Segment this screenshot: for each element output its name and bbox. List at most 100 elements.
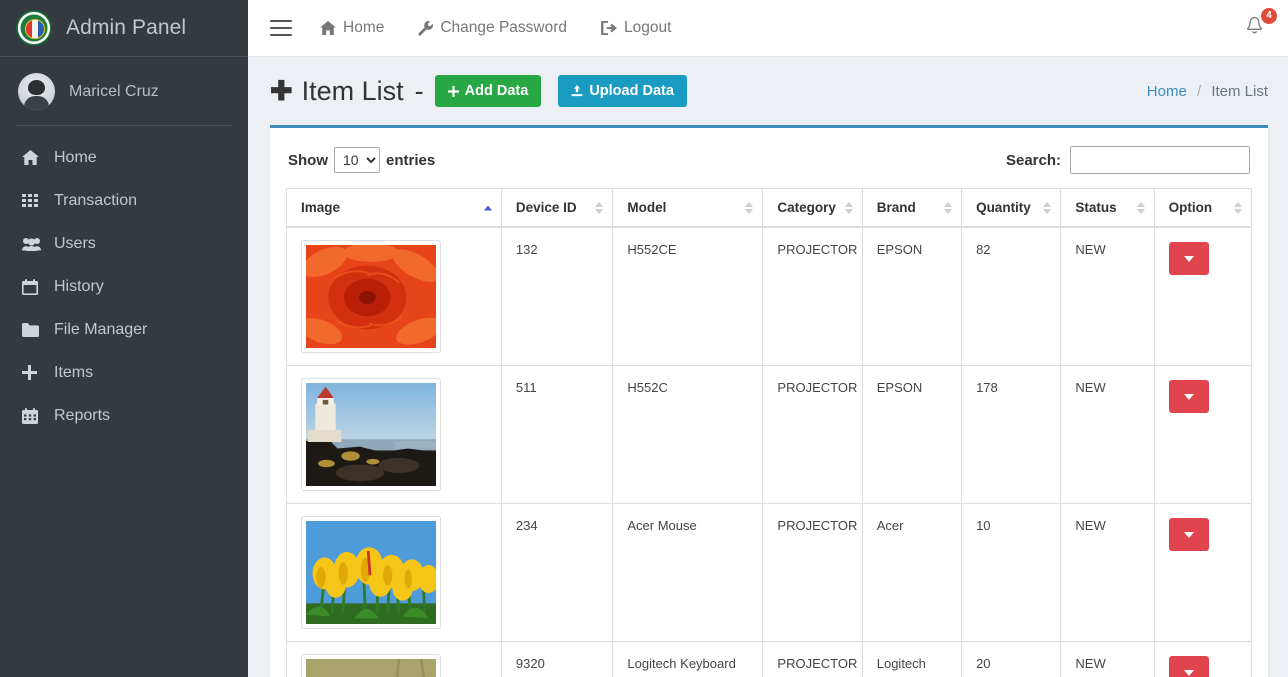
cell-image bbox=[286, 365, 502, 504]
koala-thumbnail[interactable] bbox=[301, 654, 441, 677]
cell-model: H552C bbox=[612, 365, 764, 504]
sidebar-item-items[interactable]: Items bbox=[0, 351, 248, 394]
user-avatar-icon bbox=[18, 73, 55, 110]
users-icon bbox=[22, 237, 48, 251]
cell-option bbox=[1153, 226, 1253, 366]
topnav-label: Logout bbox=[624, 19, 672, 36]
caret-down-icon bbox=[1183, 393, 1194, 400]
calendar-grid-icon bbox=[22, 407, 48, 424]
wrench-icon bbox=[418, 20, 434, 36]
column-label: Category bbox=[777, 200, 836, 215]
tulips-thumbnail[interactable] bbox=[301, 516, 441, 629]
table-row: 234 Acer Mouse PROJECTOR Acer 10 NEW bbox=[286, 503, 1253, 642]
breadcrumb-home[interactable]: Home bbox=[1147, 83, 1187, 100]
grid-icon bbox=[22, 194, 48, 207]
sort-icon bbox=[844, 201, 853, 214]
sidebar-item-label: Home bbox=[54, 148, 97, 166]
column-header-option[interactable]: Option bbox=[1153, 188, 1253, 228]
show-entries-control: Show 102550100 entries bbox=[288, 147, 435, 173]
column-header-model[interactable]: Model bbox=[612, 188, 764, 228]
sort-icon bbox=[944, 201, 953, 214]
column-label: Model bbox=[627, 200, 667, 215]
item-list-card: Show 102550100 entries Search: bbox=[270, 125, 1268, 677]
upload-icon bbox=[571, 85, 583, 97]
option-dropdown-button[interactable] bbox=[1168, 518, 1209, 551]
cell-category: PROJECTOR bbox=[762, 365, 863, 504]
column-label: Device ID bbox=[515, 200, 577, 215]
sort-icon bbox=[745, 201, 754, 214]
table-row: 132 H552CE PROJECTOR EPSON 82 NEW bbox=[286, 226, 1253, 366]
add-data-button[interactable]: Add Data bbox=[434, 74, 542, 108]
cell-category: PROJECTOR bbox=[762, 503, 863, 642]
cell-device-id: 511 bbox=[500, 365, 614, 504]
cell-brand: Acer bbox=[861, 503, 963, 642]
topnav-home[interactable]: Home bbox=[320, 19, 384, 37]
column-header-status[interactable]: Status bbox=[1060, 188, 1155, 228]
sidebar-item-label: Users bbox=[54, 234, 96, 252]
cell-brand: Logitech bbox=[861, 641, 963, 677]
cell-status: NEW bbox=[1060, 503, 1155, 642]
plus-icon bbox=[22, 365, 48, 380]
hamburger-icon[interactable] bbox=[270, 20, 292, 36]
cell-status: NEW bbox=[1060, 226, 1155, 366]
home-icon bbox=[320, 21, 336, 35]
sort-icon bbox=[1043, 201, 1052, 214]
column-header-brand[interactable]: Brand bbox=[861, 188, 963, 228]
topbar-nav: Home Change Password Logout bbox=[320, 19, 671, 37]
cell-device-id: 132 bbox=[500, 226, 614, 366]
sidebar-item-label: Reports bbox=[54, 406, 111, 424]
plus-icon bbox=[447, 85, 459, 97]
chrysanthemum-thumbnail[interactable] bbox=[301, 240, 441, 353]
cell-image bbox=[286, 226, 502, 366]
column-label: Quantity bbox=[976, 200, 1031, 215]
column-label: Option bbox=[1168, 200, 1213, 215]
folder-icon bbox=[22, 322, 48, 337]
upload-data-button[interactable]: Upload Data bbox=[558, 74, 687, 108]
sidebar-item-file-manager[interactable]: File Manager bbox=[0, 308, 248, 351]
option-dropdown-button[interactable] bbox=[1168, 380, 1209, 413]
calendar-icon bbox=[22, 278, 48, 295]
sidebar-item-reports[interactable]: Reports bbox=[0, 394, 248, 437]
column-header-image[interactable]: Image bbox=[286, 188, 502, 228]
option-dropdown-button[interactable] bbox=[1168, 656, 1209, 677]
topnav-label: Change Password bbox=[440, 19, 568, 36]
column-header-quantity[interactable]: Quantity bbox=[961, 188, 1062, 228]
sidebar-item-home[interactable]: Home bbox=[0, 136, 248, 179]
notification-button[interactable]: 4 bbox=[1239, 7, 1277, 47]
cell-category: PROJECTOR bbox=[762, 641, 863, 677]
sort-icon bbox=[595, 201, 604, 214]
page-title-text: Item List bbox=[301, 75, 404, 106]
sidebar-item-history[interactable]: History bbox=[0, 265, 248, 308]
entries-label: entries bbox=[386, 151, 436, 169]
cell-category: PROJECTOR bbox=[762, 226, 863, 366]
column-header-device-id[interactable]: Device ID bbox=[500, 188, 614, 228]
topnav-logout[interactable]: Logout bbox=[601, 19, 671, 37]
sidebar-item-transaction[interactable]: Transaction bbox=[0, 179, 248, 222]
cell-quantity: 20 bbox=[961, 641, 1062, 677]
column-label: Brand bbox=[876, 200, 916, 215]
caret-down-icon bbox=[1183, 255, 1194, 262]
column-label: Image bbox=[301, 200, 341, 215]
sidebar-item-users[interactable]: Users bbox=[0, 222, 248, 265]
table-row: 9320 Logitech Keyboard PROJECTOR Logitec… bbox=[286, 641, 1253, 677]
table-controls: Show 102550100 entries Search: bbox=[286, 142, 1252, 188]
cell-model: Acer Mouse bbox=[612, 503, 764, 642]
user-panel[interactable]: Maricel Cruz bbox=[0, 57, 248, 126]
column-label: Status bbox=[1075, 200, 1117, 215]
cell-device-id: 9320 bbox=[500, 641, 614, 677]
bell-icon bbox=[1245, 16, 1264, 40]
option-dropdown-button[interactable] bbox=[1168, 242, 1209, 275]
column-header-category[interactable]: Category bbox=[762, 188, 863, 228]
upload-data-label: Upload Data bbox=[589, 82, 674, 99]
lighthouse-thumbnail[interactable] bbox=[301, 378, 441, 491]
page-title-dash: - bbox=[414, 75, 424, 106]
topnav-change-password[interactable]: Change Password bbox=[418, 19, 567, 37]
search-input[interactable] bbox=[1070, 146, 1250, 174]
cell-brand: EPSON bbox=[861, 226, 963, 366]
page-title: ✚ Item List - Add Data Upload Data bbox=[270, 74, 687, 108]
page-length-select[interactable]: 102550100 bbox=[334, 147, 380, 173]
breadcrumb-current: Item List bbox=[1211, 82, 1268, 100]
topnav-label: Home bbox=[343, 19, 385, 36]
brand-header[interactable]: Admin Panel bbox=[0, 0, 248, 57]
caret-down-icon bbox=[1183, 669, 1194, 676]
